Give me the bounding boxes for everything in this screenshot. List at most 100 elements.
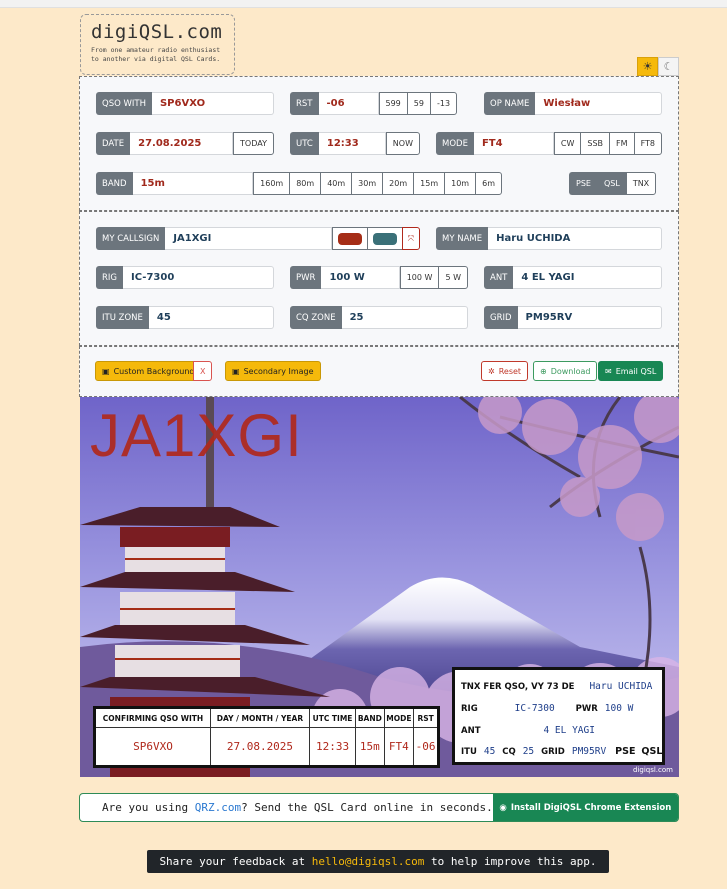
rig-input[interactable]: IC-7300 xyxy=(123,266,274,289)
qso-with-field: QSO WITH SP6VXO xyxy=(96,92,274,115)
card-header-date: DAY / MONTH / YEAR xyxy=(209,707,310,728)
mode-cw[interactable]: CW xyxy=(553,132,581,155)
logo-subtitle-line2: to another via digital QSL Cards. xyxy=(91,55,221,63)
band-80m[interactable]: 80m xyxy=(289,172,321,195)
card-header-rst: RST xyxy=(413,707,439,728)
card-value-rst: -06 xyxy=(413,727,439,767)
mode-fm[interactable]: FM xyxy=(609,132,634,155)
email-qsl-button[interactable]: ✉ Email QSL xyxy=(598,361,664,381)
mode-field: MODE FT4 CW SSB FM FT8 xyxy=(436,132,662,155)
logo-subtitle: From one amateur radio enthusiast to ano… xyxy=(91,46,224,64)
reset-button[interactable]: ✲ Reset xyxy=(481,361,529,381)
pwr-presets: 100 W 5 W xyxy=(399,266,468,289)
ant-input[interactable]: 4 EL YAGI xyxy=(513,266,662,289)
rst-input[interactable]: -06 xyxy=(318,92,379,115)
today-button[interactable]: TODAY xyxy=(233,132,274,155)
download-label: Download xyxy=(550,366,591,376)
band-input[interactable]: 15m xyxy=(132,172,254,195)
card-itu-label: ITU xyxy=(461,747,477,757)
itu-zone-input[interactable]: 45 xyxy=(148,306,274,329)
move-icon[interactable]: ⤧ xyxy=(401,227,420,250)
reset-label: Reset xyxy=(498,366,522,376)
card-header-confirming: CONFIRMING QSO WITH xyxy=(94,707,211,728)
band-presets: 160m 80m 40m 30m 20m 15m 10m 6m xyxy=(253,172,502,195)
secondary-image-button[interactable]: ▣ Secondary Image xyxy=(225,361,321,381)
mode-ssb[interactable]: SSB xyxy=(580,132,610,155)
now-button[interactable]: NOW xyxy=(385,132,420,155)
op-name-input[interactable]: Wiesław xyxy=(535,92,662,115)
card-station-info: TNX FER QSO, VY 73 DE Haru UCHIDA RIG IC… xyxy=(452,667,665,765)
sun-icon[interactable]: ☀ xyxy=(637,57,658,76)
band-30m[interactable]: 30m xyxy=(351,172,383,195)
clear-background-button[interactable]: X xyxy=(193,361,213,381)
card-tnx-row: TNX FER QSO, VY 73 DE Haru UCHIDA xyxy=(461,681,652,692)
qrz-prefix: Are you using xyxy=(102,801,195,814)
rst-presets: 599 59 -13 xyxy=(378,92,458,115)
band-6m[interactable]: 6m xyxy=(475,172,502,195)
card-rig-value: IC-7300 xyxy=(514,703,555,714)
secondary-color-picker[interactable] xyxy=(366,227,402,250)
qso-with-input[interactable]: SP6VXO xyxy=(151,92,274,115)
card-header-utc: UTC TIME xyxy=(308,707,357,728)
pse-button[interactable]: PSE xyxy=(569,172,597,195)
utc-input[interactable]: 12:33 xyxy=(318,132,386,155)
cq-zone-input[interactable]: 25 xyxy=(341,306,468,329)
band-15m[interactable]: 15m xyxy=(413,172,445,195)
custom-background-button[interactable]: ▣ Custom Background xyxy=(95,361,202,381)
install-extension-button[interactable]: ◉ Install DigiQSL Chrome Extension xyxy=(492,794,678,821)
rst-preset-599[interactable]: 599 xyxy=(378,92,407,115)
install-extension-label: Install DigiQSL Chrome Extension xyxy=(510,802,672,813)
pwr-field: PWR 100 W 100 W 5 W xyxy=(290,266,468,289)
card-header-band: BAND xyxy=(355,707,385,728)
callsign-color-picker[interactable] xyxy=(331,227,367,250)
moon-icon[interactable]: ☾ xyxy=(658,57,679,76)
pse-tnx-group: PSE QSL TNX xyxy=(569,172,657,195)
feedback-email-link[interactable]: hello@digiqsl.com xyxy=(312,855,425,868)
cq-zone-label: CQ ZONE xyxy=(290,306,342,329)
grid-field: GRID PM95RV xyxy=(484,306,662,329)
mode-input[interactable]: FT4 xyxy=(473,132,554,155)
card-grid-label: GRID xyxy=(541,747,565,757)
card-table-value-row: SP6VXO 27.08.2025 12:33 15m FT4 -06 xyxy=(94,727,439,767)
browser-top-strip xyxy=(0,0,727,8)
band-label: BAND xyxy=(96,172,133,195)
card-ant-label: ANT xyxy=(461,726,481,736)
grid-label: GRID xyxy=(484,306,518,329)
pwr-input[interactable]: 100 W xyxy=(321,266,400,289)
card-value-callsign: SP6VXO xyxy=(94,727,211,767)
date-label: DATE xyxy=(96,132,131,155)
rst-preset-minus13[interactable]: -13 xyxy=(429,92,458,115)
qrz-suffix: ? Send the QSL Card online in seconds. xyxy=(241,801,493,814)
my-name-input[interactable]: Haru UCHIDA xyxy=(488,227,662,250)
rst-preset-59[interactable]: 59 xyxy=(406,92,430,115)
qso-with-label: QSO WITH xyxy=(96,92,152,115)
qsl-button[interactable]: QSL xyxy=(596,172,626,195)
op-name-field: OP NAME Wiesław xyxy=(484,92,662,115)
utc-label: UTC xyxy=(290,132,319,155)
download-button[interactable]: ⊕ Download xyxy=(533,361,598,381)
card-rig-label: RIG xyxy=(461,704,478,714)
logo-title: digiQSL.com xyxy=(91,21,223,43)
qrz-link[interactable]: QRZ.com xyxy=(195,801,241,814)
itu-zone-label: ITU ZONE xyxy=(96,306,149,329)
tnx-button[interactable]: TNX xyxy=(625,172,657,195)
rig-label: RIG xyxy=(96,266,123,289)
my-name-field: MY NAME Haru UCHIDA xyxy=(436,227,662,250)
pwr-preset-5w[interactable]: 5 W xyxy=(438,266,468,289)
card-callsign: JA1XGI xyxy=(90,402,303,469)
card-value-date: 27.08.2025 xyxy=(209,727,310,767)
feedback-prefix: Share your feedback at xyxy=(159,855,312,868)
band-20m[interactable]: 20m xyxy=(382,172,414,195)
band-40m[interactable]: 40m xyxy=(320,172,352,195)
pwr-preset-100w[interactable]: 100 W xyxy=(399,266,439,289)
band-10m[interactable]: 10m xyxy=(444,172,476,195)
band-160m[interactable]: 160m xyxy=(253,172,290,195)
callsign-input[interactable]: JA1XGI xyxy=(165,227,332,250)
qrz-promo-bar: Are you using QRZ.com? Send the QSL Card… xyxy=(79,793,679,822)
date-input[interactable]: 27.08.2025 xyxy=(130,132,234,155)
rig-field: RIG IC-7300 xyxy=(96,266,274,289)
grid-input[interactable]: PM95RV xyxy=(517,306,662,329)
rst-label: RST xyxy=(290,92,319,115)
logo-subtitle-line1: From one amateur radio enthusiast xyxy=(91,46,221,54)
mode-ft8[interactable]: FT8 xyxy=(633,132,662,155)
